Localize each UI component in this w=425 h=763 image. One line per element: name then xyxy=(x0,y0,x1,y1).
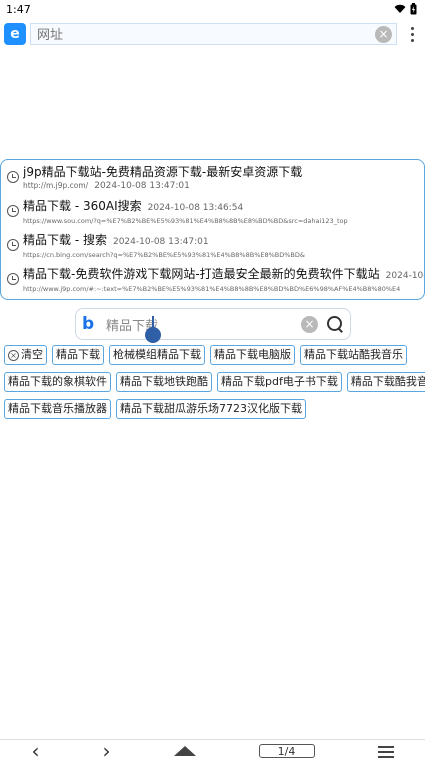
tabs-count-button[interactable]: 1/4 xyxy=(258,744,315,758)
suggestion-chip[interactable]: 精品下载电脑版 xyxy=(210,345,295,365)
cursor-handle[interactable] xyxy=(145,327,161,343)
history-title: 精品下载-免费软件游戏下载网站-打造最安全最新的免费软件下载站 xyxy=(23,267,380,281)
history-item[interactable]: 精品下载 - 搜索 2024-10-08 13:47:01 https://cn.… xyxy=(7,232,424,266)
clear-history-button[interactable]: × 清空 xyxy=(4,345,47,365)
suggestion-chip[interactable]: 精品下载pdf电子书下载 xyxy=(217,372,342,392)
back-button[interactable]: ‹ xyxy=(32,741,40,761)
history-url: http://www.j9p.com/#:~:text=%E7%B2%BE%E5… xyxy=(23,285,401,293)
history-url: http://m.j9p.com/ xyxy=(23,181,89,190)
bottom-nav: ‹ › 1/4 xyxy=(0,739,425,761)
history-url: https://cn.bing.com/search?q=%E7%B2%BE%E… xyxy=(23,251,305,259)
address-bar[interactable]: × xyxy=(30,23,397,45)
forward-button[interactable]: › xyxy=(103,741,111,761)
history-item[interactable]: 精品下载 - 360AI搜索 2024-10-08 13:46:54 https:… xyxy=(7,198,424,232)
history-date: 2024-10-08 13:46:54 xyxy=(147,203,244,213)
suggestion-chip[interactable]: 精品下载 xyxy=(52,345,104,365)
clock-icon xyxy=(7,205,19,217)
battery-icon xyxy=(410,3,417,15)
status-bar: 1:47 xyxy=(0,0,425,18)
suggestion-chip[interactable]: 枪械模组精品下载 xyxy=(109,345,205,365)
browser-toolbar: e × xyxy=(0,18,425,50)
home-icon[interactable] xyxy=(173,746,196,756)
clear-label: 清空 xyxy=(21,348,43,361)
clock-icon xyxy=(7,273,19,285)
bing-logo-icon: b xyxy=(82,314,95,334)
search-suggestions: × 清空 精品下载 枪械模组精品下载 精品下载电脑版 精品下载站酷我音乐 精品下… xyxy=(4,345,425,426)
address-input[interactable] xyxy=(37,26,375,42)
history-list: j9p精品下载站-免费精品资源下载-最新安卓资源下载 http://m.j9p.… xyxy=(0,159,425,300)
suggestion-chip[interactable]: 精品下载音乐播放器 xyxy=(4,399,111,419)
history-date: 2024-10-08 xyxy=(385,271,424,281)
suggestion-chip[interactable]: 精品下载甜瓜游乐场7723汉化版下载 xyxy=(116,399,306,419)
menu-icon[interactable] xyxy=(377,746,394,758)
suggestion-chip[interactable]: 精品下载站酷我音乐 xyxy=(300,345,407,365)
status-time: 1:47 xyxy=(6,2,31,16)
suggestion-chip[interactable]: 精品下载酷我音乐 xyxy=(346,372,425,392)
history-title: j9p精品下载站-免费精品资源下载-最新安卓资源下载 xyxy=(23,165,303,179)
more-menu-icon[interactable] xyxy=(403,26,421,42)
clock-icon xyxy=(7,239,19,251)
search-box[interactable]: b × xyxy=(75,308,351,340)
history-title: 精品下载 - 搜索 xyxy=(23,233,107,247)
suggestion-chip[interactable]: 精品下载地铁跑酷 xyxy=(116,372,212,392)
history-item[interactable]: j9p精品下载站-免费精品资源下载-最新安卓资源下载 http://m.j9p.… xyxy=(7,164,424,198)
history-url: https://www.sou.com/?q=%E7%B2%BE%E5%93%8… xyxy=(23,217,348,225)
status-icons xyxy=(394,3,417,15)
search-input[interactable] xyxy=(106,316,301,332)
history-date: 2024-10-08 13:47:01 xyxy=(94,181,190,191)
history-item[interactable]: 精品下载-免费软件游戏下载网站-打造最安全最新的免费软件下载站 2024-10-0… xyxy=(7,266,424,300)
browser-logo-icon[interactable]: e xyxy=(4,23,26,45)
history-title: 精品下载 - 360AI搜索 xyxy=(23,199,142,213)
wifi-icon xyxy=(394,4,406,13)
suggestion-chip[interactable]: 精品下载的象棋软件 xyxy=(4,372,111,392)
clear-icon: × xyxy=(8,349,19,361)
history-date: 2024-10-08 13:47:01 xyxy=(112,237,209,247)
search-clear-icon[interactable]: × xyxy=(301,315,318,333)
clock-icon xyxy=(7,171,19,183)
search-icon[interactable] xyxy=(326,315,344,333)
address-clear-icon[interactable]: × xyxy=(375,25,392,43)
